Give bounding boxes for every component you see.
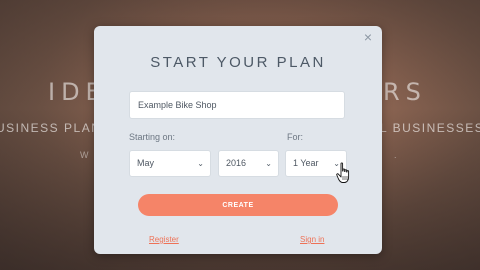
background-caption-right: . bbox=[394, 150, 397, 160]
duration-select-value: 1 Year bbox=[293, 158, 319, 168]
app-window: IDE RS USINESS PLAN L BUSINESSES W . × S… bbox=[0, 0, 480, 270]
start-plan-dialog: × START YOUR PLAN Starting on: For: May … bbox=[94, 26, 382, 254]
background-headline-right: RS bbox=[383, 78, 427, 106]
year-select[interactable]: 2016 ⌄ bbox=[218, 150, 279, 177]
register-link[interactable]: Register bbox=[149, 235, 179, 244]
background-caption-left: W bbox=[80, 150, 89, 160]
sign-in-link[interactable]: Sign in bbox=[300, 235, 324, 244]
business-name-input[interactable] bbox=[129, 91, 345, 119]
month-select-value: May bbox=[137, 158, 155, 168]
for-label: For: bbox=[287, 132, 304, 142]
background-subheadline-left: USINESS PLAN bbox=[0, 121, 102, 135]
hand-pointer-icon bbox=[336, 162, 350, 183]
background-subheadline-right: L BUSINESSES bbox=[380, 121, 480, 135]
create-button[interactable]: CREATE bbox=[138, 194, 338, 216]
close-icon[interactable]: × bbox=[361, 30, 375, 44]
starting-on-label: Starting on: bbox=[129, 132, 176, 142]
month-select[interactable]: May ⌄ bbox=[129, 150, 211, 177]
dialog-title: START YOUR PLAN bbox=[150, 54, 326, 71]
chevron-down-icon: ⌄ bbox=[197, 159, 204, 168]
chevron-down-icon: ⌄ bbox=[265, 159, 272, 168]
year-select-value: 2016 bbox=[226, 158, 247, 168]
